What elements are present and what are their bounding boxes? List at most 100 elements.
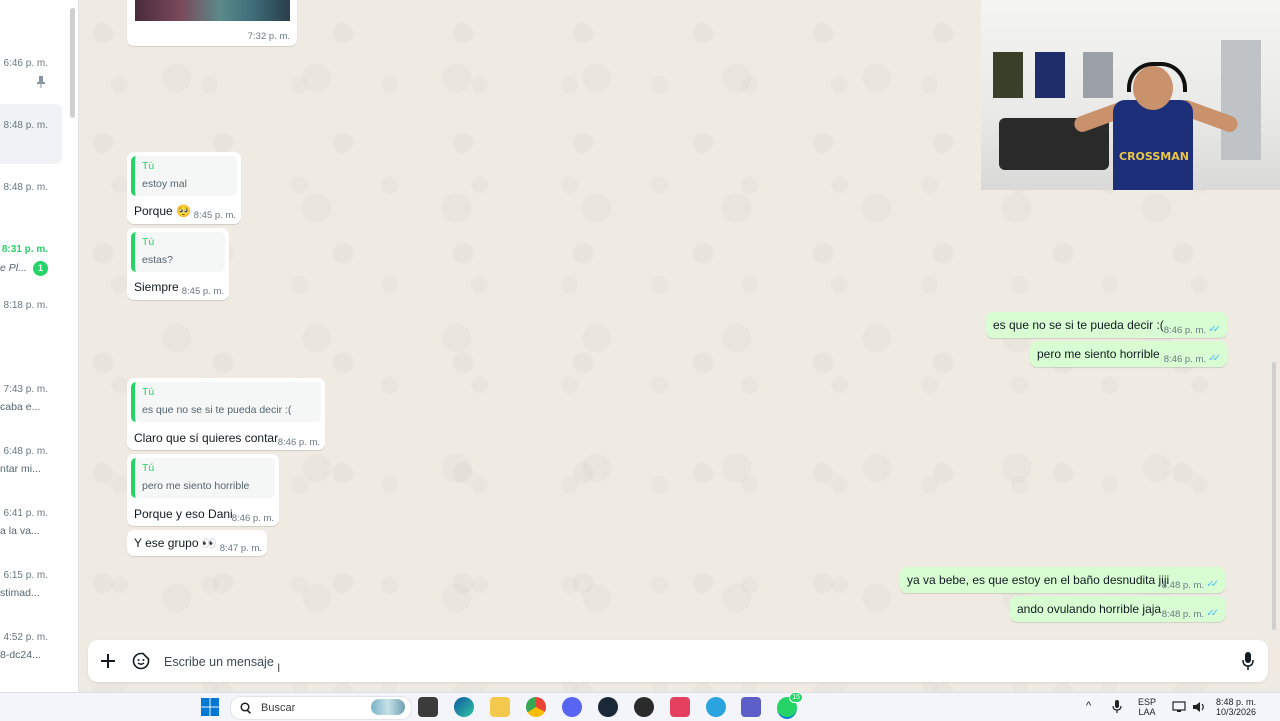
pin-icon [37, 76, 45, 88]
message-time: 8:47 p. m. [219, 543, 262, 554]
network-icon[interactable] [1172, 701, 1186, 713]
message-text: ya va bebe, es que estoy en el baño desn… [907, 573, 1170, 587]
chat-time: 8:48 p. m. [3, 182, 48, 193]
chevron-up-icon[interactable]: ^ [1086, 701, 1091, 712]
microphone-tray-icon[interactable] [1112, 700, 1122, 714]
file-explorer-icon[interactable] [490, 697, 510, 717]
chat-list: 6:46 p. m. 8:48 p. m. 8:48 p. m. 8:31 p.… [0, 0, 79, 692]
quoted-message[interactable]: Tú estoy mal [131, 156, 237, 196]
chat-time: 6:46 p. m. [3, 58, 48, 69]
message-text: Siempre [134, 280, 179, 294]
message-composer: I [88, 640, 1268, 682]
headphones [1127, 62, 1187, 92]
discord-icon[interactable] [562, 697, 582, 717]
shelf [1221, 40, 1261, 160]
quote-text: estoy mal [142, 178, 187, 190]
message-time: 8:45 p. m. [181, 286, 224, 297]
message-time: 8:45 p. m. [193, 210, 236, 221]
message-incoming[interactable]: Tú estas? Siempre 8:45 p. m. [127, 228, 229, 300]
chat-list-item[interactable]: 7:43 p. m. caba e... [0, 372, 62, 432]
message-time: 8:46 p. m. [1163, 325, 1206, 336]
message-time: 8:46 p. m. [1163, 354, 1206, 365]
chat-list-item[interactable]: 8:18 p. m. [0, 288, 62, 348]
chat-list-item[interactable]: 8:31 p. m. e Pl... 1 [0, 232, 62, 292]
media-thumbnail[interactable] [135, 0, 290, 21]
chat-preview: a la va... [0, 525, 40, 537]
message-text: Y ese grupo 👀 [134, 536, 217, 550]
chat-time: 6:48 p. m. [3, 446, 48, 457]
message-text: ando ovulando horrible jaja [1017, 602, 1162, 616]
quoted-message[interactable]: Tú pero me siento horrible [131, 458, 275, 498]
edge-icon[interactable] [454, 697, 474, 717]
task-view-icon[interactable] [418, 697, 438, 717]
message-text: es que no se si te pueda decir :( [993, 318, 1164, 332]
message-text: Claro que sí quieres contar [134, 431, 279, 445]
message-time: 8:46 p. m. [277, 437, 320, 448]
message-incoming-media[interactable]: 7:32 p. m. [127, 0, 297, 46]
conversation-scrollbar[interactable] [1272, 362, 1276, 630]
sticker-icon[interactable] [132, 652, 150, 670]
message-outgoing[interactable]: pero me siento horrible 8:46 p. m. ✓✓ [1030, 341, 1227, 367]
read-ticks-icon: ✓✓ [1206, 608, 1219, 619]
message-incoming[interactable]: Tú pero me siento horrible Porque y eso … [127, 454, 279, 526]
person-body [1113, 100, 1193, 190]
microphone-icon[interactable] [1242, 652, 1254, 670]
chat-time: 4:52 p. m. [3, 632, 48, 643]
chat-list-item[interactable]: 6:15 p. m. stimad... [0, 558, 62, 618]
poster [993, 52, 1023, 98]
chat-list-item[interactable]: 8:48 p. m. [0, 170, 62, 230]
quote-author: Tú [142, 236, 155, 248]
quote-text: es que no se si te pueda decir :( [142, 404, 292, 416]
message-text: pero me siento horrible [1037, 347, 1160, 361]
message-text: Porque y eso Dani [134, 507, 233, 521]
clock-time: 8:48 p. m. [1216, 697, 1257, 707]
message-time: 8:46 p. m. [231, 513, 274, 524]
language-indicator[interactable]: ESP LAA [1138, 697, 1156, 717]
quoted-message[interactable]: Tú estas? [131, 232, 225, 272]
message-incoming[interactable]: Y ese grupo 👀 8:47 p. m. [127, 530, 267, 556]
chat-time: 6:41 p. m. [3, 508, 48, 519]
taskbar-search[interactable]: Buscar [230, 696, 412, 720]
message-outgoing[interactable]: es que no se si te pueda decir :( 8:46 p… [986, 312, 1227, 338]
whatsapp-badge: 15 [789, 692, 803, 703]
chat-list-item-selected[interactable]: 8:48 p. m. [0, 104, 62, 164]
plus-icon[interactable] [101, 654, 115, 668]
search-highlight-image [371, 699, 405, 715]
poster [1035, 52, 1065, 98]
search-label: Buscar [261, 702, 296, 714]
chat-preview: stimad... [0, 587, 40, 599]
teams-icon[interactable] [741, 697, 761, 717]
message-incoming[interactable]: Tú estoy mal Porque 🥺 8:45 p. m. [127, 152, 241, 224]
quote-author: Tú [142, 462, 155, 474]
windows-start-icon[interactable] [200, 697, 220, 717]
quote-text: pero me siento horrible [142, 480, 250, 492]
message-outgoing[interactable]: ya va bebe, es que estoy en el baño desn… [900, 567, 1225, 593]
volume-icon[interactable] [1192, 701, 1206, 713]
read-ticks-icon: ✓✓ [1208, 324, 1221, 335]
whatsapp-icon[interactable]: 15 [777, 692, 803, 719]
chat-list-item[interactable]: 6:48 p. m. ntar mi... [0, 434, 62, 494]
message-incoming[interactable]: Tú es que no se si te pueda decir :( Cla… [127, 378, 325, 450]
chat-preview: caba e... [0, 401, 41, 413]
message-input[interactable] [162, 651, 1066, 673]
app-icon[interactable] [634, 697, 654, 717]
chat-time: 8:31 p. m. [1, 244, 48, 255]
chat-list-scrollbar[interactable] [70, 8, 75, 118]
chrome-icon[interactable] [526, 697, 546, 717]
language-line1: ESP [1138, 697, 1157, 707]
message-outgoing[interactable]: ando ovulando horrible jaja 8:48 p. m. ✓… [1010, 596, 1225, 622]
chat-list-item[interactable]: 6:46 p. m. [0, 48, 62, 108]
message-text: Porque 🥺 [134, 204, 191, 218]
chat-list-item[interactable]: 6:41 p. m. a la va... [0, 496, 62, 556]
windows-taskbar: Buscar 15 ^ ESP LAA 8:48 p. m. 10/3/2026 [0, 692, 1280, 721]
clock[interactable]: 8:48 p. m. 10/3/2026 [1216, 697, 1256, 717]
quoted-message[interactable]: Tú es que no se si te pueda decir :( [131, 382, 321, 422]
chat-time: 8:48 p. m. [3, 120, 48, 131]
message-time: 8:48 p. m. [1161, 580, 1204, 591]
chat-preview: 8-dc24... [0, 649, 41, 661]
chat-list-item[interactable]: 4:52 p. m. 8-dc24... [0, 620, 62, 680]
steam-icon[interactable] [598, 697, 618, 717]
tiktok-icon[interactable] [670, 697, 690, 717]
telegram-icon[interactable] [706, 697, 726, 717]
search-icon [240, 702, 251, 714]
